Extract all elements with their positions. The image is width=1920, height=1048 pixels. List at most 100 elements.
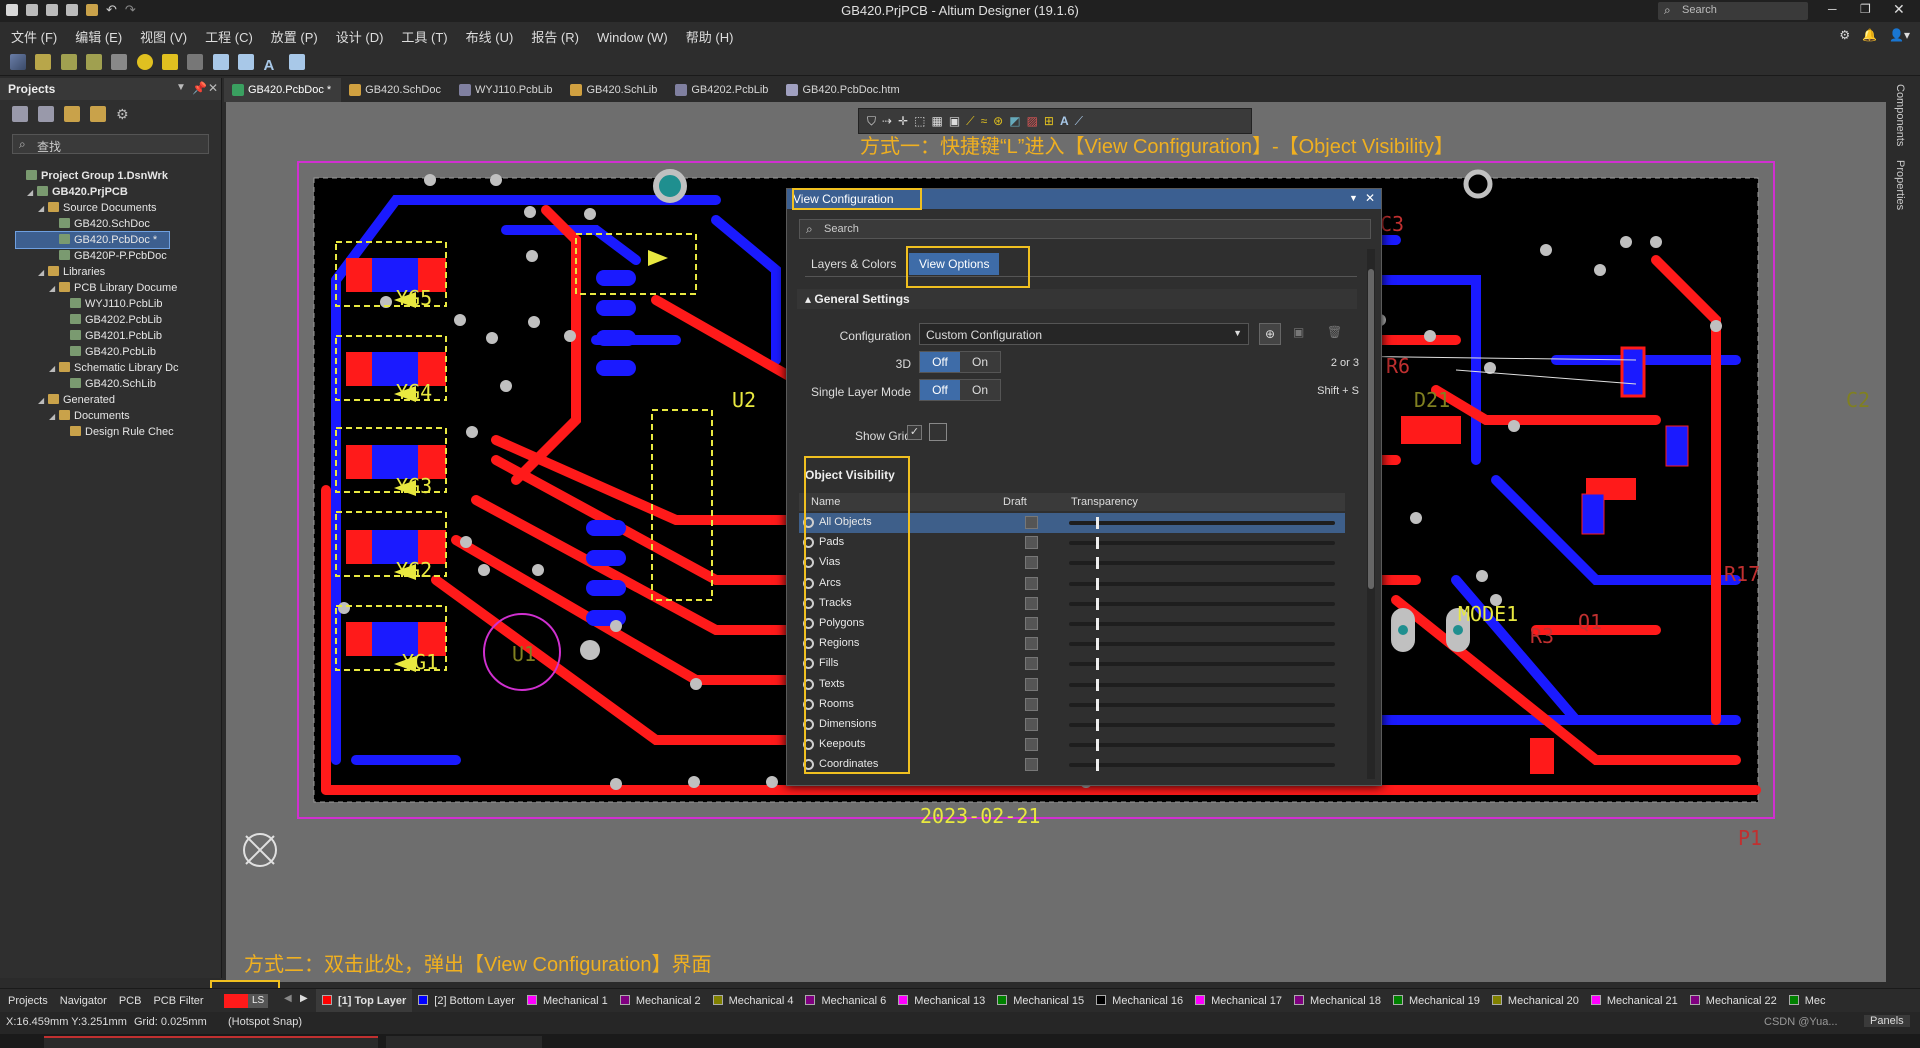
eye-icon[interactable] [803, 597, 814, 609]
visibility-row[interactable]: Texts [799, 675, 1345, 695]
layer-tab[interactable]: [1] Top Layer [316, 989, 413, 1013]
tree-item[interactable]: GB420.PcbLib [16, 344, 169, 360]
show-grid-checkbox[interactable]: ✓ [907, 425, 922, 440]
open-project-icon[interactable] [90, 106, 106, 122]
interactive-routing-icon[interactable] [35, 54, 52, 70]
single-layer-toggle[interactable]: Off On [919, 379, 1001, 401]
eye-icon[interactable] [803, 719, 814, 730]
draft-checkbox[interactable] [1025, 677, 1038, 691]
visibility-row[interactable]: Vias [799, 553, 1345, 573]
visibility-row[interactable]: All Objects [799, 513, 1345, 533]
layer-tab[interactable]: Mechanical 15 [991, 989, 1090, 1013]
threed-off-option[interactable]: Off [920, 352, 960, 372]
transparency-slider-knob[interactable] [1095, 678, 1099, 691]
transparency-slider-knob[interactable] [1095, 577, 1099, 590]
expand-chevron-icon[interactable]: ◢ [49, 281, 59, 297]
panel-tab[interactable]: PCB Filter [153, 989, 215, 1013]
draft-checkbox[interactable] [1025, 697, 1038, 711]
doc-tab[interactable]: GB420.SchDoc [341, 78, 451, 102]
layer-tab[interactable]: Mechanical 18 [1288, 989, 1387, 1013]
transparency-slider[interactable] [1069, 638, 1335, 651]
visibility-row[interactable]: Polygons [799, 614, 1345, 634]
layer-next-arrow-icon[interactable]: ▶ [300, 993, 308, 1004]
threed-toggle[interactable]: Off On [919, 351, 1001, 373]
dialog-menu-chevron-icon[interactable]: ▼ [1349, 193, 1358, 203]
layer-tab[interactable]: Mechanical 6 [799, 989, 892, 1013]
transparency-slider-knob[interactable] [1095, 638, 1099, 651]
grid-color-swatch[interactable] [929, 423, 947, 441]
doc-tab[interactable]: GB420.SchLib [562, 78, 667, 102]
multi-route-icon[interactable] [86, 54, 103, 70]
visibility-row[interactable]: Tracks [799, 594, 1345, 614]
transparency-slider-knob[interactable] [1095, 739, 1099, 752]
visibility-row[interactable]: Arcs [799, 574, 1345, 594]
eye-icon[interactable] [803, 557, 814, 569]
tree-item[interactable]: ◢ GB420.PrjPCB [16, 184, 169, 200]
layer-tab[interactable]: Mechanical 1 [521, 989, 614, 1013]
string-icon[interactable]: A [1060, 114, 1069, 128]
menu-item-9[interactable]: Window (W) [588, 25, 677, 50]
eye-icon[interactable] [803, 678, 814, 690]
transparency-slider[interactable] [1069, 678, 1335, 691]
save-disabled-icon[interactable]: ▣ [1293, 325, 1304, 339]
tree-item[interactable]: ◢ Libraries [16, 264, 169, 280]
transparency-slider-knob[interactable] [1095, 698, 1099, 711]
layer-tab[interactable]: Mechanical 19 [1387, 989, 1486, 1013]
transparency-slider[interactable] [1069, 597, 1335, 610]
visibility-row[interactable]: Fills [799, 654, 1345, 674]
expand-chevron-icon[interactable]: ◢ [49, 361, 59, 377]
transparency-slider-knob[interactable] [1095, 557, 1099, 570]
polygon-pour-icon[interactable]: ◩ [1009, 114, 1020, 128]
eye-icon[interactable] [803, 759, 814, 771]
restore-button[interactable]: ❐ [1860, 2, 1871, 16]
transparency-slider-knob[interactable] [1095, 517, 1099, 529]
line-icon[interactable]: ⟋ [1075, 114, 1083, 128]
transparency-slider[interactable] [1069, 618, 1335, 630]
layer-stack-icon[interactable] [10, 54, 26, 70]
keepout-icon[interactable]: ▨ [1027, 114, 1038, 128]
tree-item[interactable]: GB420P-P.PcbDoc [16, 248, 169, 264]
diffpair-icon[interactable]: ≈ [981, 114, 988, 128]
tab-view-options[interactable]: View Options [909, 253, 1000, 275]
tree-item[interactable]: ◢ Documents [16, 408, 169, 424]
delete-config-icon[interactable]: 🗑 [1327, 325, 1342, 339]
menu-item-7[interactable]: 布线 (U) [457, 22, 523, 51]
projects-search-input[interactable]: ⌕ 查找 [12, 134, 209, 154]
dialog-close-icon[interactable]: ✕ [1365, 191, 1375, 205]
configuration-select[interactable]: Custom Configuration ▼ [919, 323, 1249, 345]
expand-chevron-icon[interactable]: ◢ [27, 185, 37, 201]
threed-on-option[interactable]: On [960, 352, 1000, 372]
eye-icon[interactable] [803, 698, 814, 710]
region-icon[interactable] [238, 54, 255, 70]
project-settings-gear-icon[interactable]: ⚙ [116, 106, 132, 122]
transparency-slider-knob[interactable] [1095, 537, 1099, 550]
transparency-slider[interactable] [1069, 517, 1335, 529]
minimize-button[interactable]: ─ [1828, 2, 1837, 16]
draft-checkbox[interactable] [1025, 657, 1038, 671]
panel-close-icon[interactable]: ✕ [208, 81, 218, 95]
dialog-scrollbar-thumb[interactable] [1368, 269, 1374, 589]
dialog-search-input[interactable]: ⌕ Search [799, 219, 1371, 239]
track-icon[interactable]: ⟋ [966, 114, 974, 128]
eye-icon[interactable] [803, 618, 814, 629]
dialog-scrollbar[interactable] [1367, 249, 1375, 779]
layer-tab[interactable]: Mechanical 21 [1585, 989, 1684, 1013]
folder-icon[interactable] [64, 106, 80, 122]
route-icon[interactable]: ⇢ [882, 114, 892, 128]
transparency-slider[interactable] [1069, 537, 1335, 550]
menu-item-2[interactable]: 视图 (V) [131, 22, 196, 51]
layer-tab[interactable]: Mec [1783, 989, 1832, 1013]
fill-icon[interactable] [212, 54, 229, 70]
draft-checkbox[interactable] [1025, 738, 1038, 752]
diff-pair-icon[interactable] [60, 54, 77, 70]
expand-chevron-icon[interactable]: ◢ [38, 393, 48, 409]
transparency-slider[interactable] [1069, 577, 1335, 590]
draft-checkbox[interactable] [1025, 617, 1038, 630]
save-project-icon[interactable] [12, 106, 28, 122]
tree-item[interactable]: GB420.SchDoc [16, 216, 169, 232]
layer-tab[interactable]: Mechanical 20 [1486, 989, 1585, 1013]
layer-tab[interactable]: Mechanical 17 [1189, 989, 1288, 1013]
pin-icon[interactable]: 📌 [192, 81, 207, 95]
dialog-title-bar[interactable]: View Configuration ▼ ✕ [787, 189, 1381, 209]
layer-tab[interactable]: Mechanical 22 [1684, 989, 1783, 1013]
